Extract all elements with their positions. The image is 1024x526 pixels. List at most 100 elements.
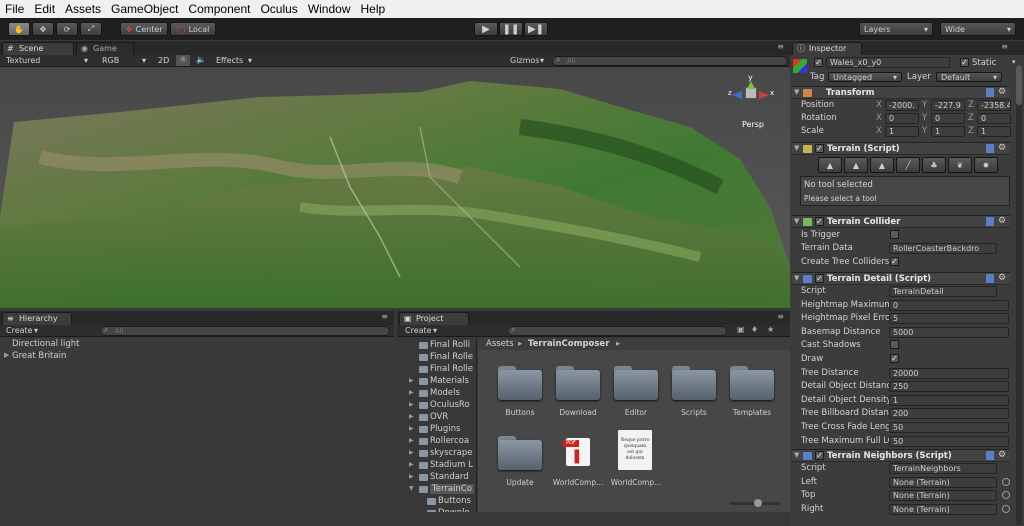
transform-y-field[interactable]: 1 <box>931 126 965 137</box>
foldout-arrow-icon[interactable]: ▼ <box>794 144 799 152</box>
project-tree-item[interactable]: Rollercoa <box>430 436 469 446</box>
static-dropdown-icon[interactable]: ▾ <box>1012 58 1016 66</box>
project-tree-item[interactable]: OVR <box>430 412 448 422</box>
terrain-script-header[interactable]: ▼ ✓ Terrain (Script) ⚙ <box>792 142 1010 155</box>
asset-folder-icon[interactable] <box>556 364 600 400</box>
project-tree-item[interactable]: Downlo <box>438 508 470 512</box>
favorite-star-icon[interactable]: ★ <box>767 325 774 334</box>
detail-row-field[interactable]: 50 <box>889 435 1009 447</box>
asset-folder-icon[interactable] <box>614 364 658 400</box>
paint-details-button[interactable]: ❦ <box>948 157 972 173</box>
hierarchy-search-input[interactable]: All <box>100 326 390 336</box>
project-tree-item[interactable]: Final Rolli <box>430 340 470 350</box>
play-button[interactable]: ▶ <box>474 22 498 36</box>
terrain-collider-header[interactable]: ▼ ✓ Terrain Collider ⚙ <box>792 215 1010 228</box>
asset-label[interactable]: Scripts <box>664 408 724 417</box>
asset-label[interactable]: Templates <box>722 408 782 417</box>
gear-icon[interactable]: ⚙ <box>998 216 1006 226</box>
paint-height-button[interactable]: ▲ <box>844 157 868 173</box>
audio-toggle[interactable]: 🔈 <box>196 55 206 64</box>
detail-row-field[interactable]: 1 <box>889 394 1009 406</box>
project-tree-item[interactable]: TerrainCo <box>430 484 474 494</box>
breadcrumb-assets[interactable]: Assets <box>486 339 514 349</box>
project-tree-item[interactable]: OculusRo <box>430 400 470 410</box>
panel-menu-icon[interactable]: ≡ <box>1001 42 1008 51</box>
tree-expand-arrow-icon[interactable]: ▶ <box>409 425 414 432</box>
transform-z-field[interactable]: 1 <box>977 126 1011 137</box>
detail-row-field[interactable]: 20000 <box>889 367 1009 379</box>
scale-tool-button[interactable]: ⤢ <box>80 22 102 36</box>
panel-menu-icon[interactable]: ≡ <box>777 42 784 51</box>
smooth-height-button[interactable]: ▲ <box>870 157 894 173</box>
project-search-input[interactable] <box>507 326 727 336</box>
is-trigger-checkbox[interactable] <box>890 230 899 239</box>
terrain-neighbors-header[interactable]: ▼ ✓ Terrain Neighbors (Script) ⚙ <box>792 449 1010 462</box>
detail-row-field[interactable]: 250 <box>889 381 1009 393</box>
paint-texture-button[interactable]: ╱ <box>896 157 920 173</box>
help-book-icon[interactable] <box>986 451 994 460</box>
asset-label[interactable]: Update <box>490 478 550 487</box>
tree-expand-arrow-icon[interactable]: ▶ <box>409 413 414 420</box>
static-checkbox[interactable]: ✓ <box>960 58 969 67</box>
terrain-settings-button[interactable]: ✹ <box>974 157 998 173</box>
object-picker-icon[interactable] <box>1002 477 1010 486</box>
menu-help[interactable]: Help <box>356 2 391 16</box>
project-tree-item[interactable]: skyscrape <box>430 448 473 458</box>
tab-project[interactable]: ▣ Project <box>399 312 469 325</box>
tab-inspector[interactable]: ⓘ Inspector <box>792 42 862 55</box>
help-book-icon[interactable] <box>986 88 994 97</box>
asset-folder-icon[interactable] <box>498 364 542 400</box>
asset-label[interactable]: WorldComp... <box>548 478 608 487</box>
project-create-dropdown[interactable]: Create <box>401 325 441 336</box>
pause-button[interactable]: ❚❚ <box>499 22 523 36</box>
panel-menu-icon[interactable]: ≡ <box>381 312 388 321</box>
scene-search-input[interactable]: All <box>552 56 788 66</box>
tree-expand-arrow-icon[interactable]: ▶ <box>409 401 414 408</box>
gizmos-dropdown[interactable]: Gizmos <box>506 55 548 66</box>
help-book-icon[interactable] <box>986 217 994 226</box>
breadcrumb-terraincomposer[interactable]: TerrainComposer <box>528 339 609 349</box>
component-enabled-checkbox[interactable]: ✓ <box>815 274 824 283</box>
raise-terrain-button[interactable]: ▲ <box>818 157 842 173</box>
menu-component[interactable]: Component <box>183 2 255 16</box>
cast-shadows-checkbox[interactable] <box>890 340 899 350</box>
neighbor-row-field[interactable]: None (Terrain) <box>889 490 997 502</box>
component-enabled-checkbox[interactable]: ✓ <box>815 144 824 153</box>
menu-gameobject[interactable]: GameObject <box>106 2 183 16</box>
render-mode-dropdown[interactable]: RGB <box>98 55 150 66</box>
asset-label[interactable]: Buttons <box>490 408 550 417</box>
effects-dropdown[interactable]: Effects <box>212 55 256 66</box>
gear-icon[interactable]: ⚙ <box>998 143 1006 153</box>
detail-row-field[interactable]: 0 <box>889 299 1009 311</box>
transform-x-field[interactable]: -2000. <box>885 100 919 111</box>
tab-hierarchy[interactable]: ≡ Hierarchy <box>2 312 72 325</box>
draw-checkbox[interactable]: ✓ <box>890 354 899 363</box>
transform-z-field[interactable]: -2358.4 <box>977 100 1011 111</box>
object-name-field[interactable]: Wales_x0_y0 <box>826 57 950 68</box>
place-trees-button[interactable]: ♣ <box>922 157 946 173</box>
object-picker-icon[interactable] <box>1002 504 1010 513</box>
detail-row-field[interactable]: 50 <box>889 422 1009 433</box>
layer-dropdown[interactable]: Default <box>936 72 1002 82</box>
terrain-detail-header[interactable]: ▼ ✓ Terrain Detail (Script) ⚙ <box>792 272 1010 285</box>
mode-2d-toggle[interactable]: 2D <box>158 56 169 65</box>
icon-size-slider[interactable] <box>730 499 780 507</box>
tree-expand-arrow-icon[interactable]: ▼ <box>409 485 414 492</box>
slider-thumb[interactable] <box>754 499 762 507</box>
layers-dropdown[interactable]: Layers <box>859 22 933 36</box>
pdf-file-icon[interactable]: PDF ❚ <box>563 438 590 466</box>
layout-dropdown[interactable]: Wide <box>940 22 1016 36</box>
detail-row-field[interactable]: 5 <box>889 313 1009 325</box>
scene-lighting-toggle[interactable]: ☼ <box>176 55 190 66</box>
gear-icon[interactable]: ⚙ <box>998 273 1006 283</box>
rotate-tool-button[interactable]: ⟳ <box>56 22 78 36</box>
project-tree-item[interactable]: Materials <box>430 376 469 386</box>
transform-z-field[interactable]: 0 <box>977 113 1011 124</box>
detail-row-field[interactable]: 5000 <box>889 326 1009 338</box>
create-tree-colliders-checkbox[interactable]: ✓ <box>890 257 899 266</box>
inspector-scrollbar[interactable] <box>1016 65 1022 525</box>
active-checkbox[interactable]: ✓ <box>814 58 823 67</box>
foldout-arrow-icon[interactable]: ▼ <box>794 217 799 225</box>
help-book-icon[interactable] <box>986 274 994 283</box>
tree-expand-arrow-icon[interactable]: ▶ <box>409 449 414 456</box>
